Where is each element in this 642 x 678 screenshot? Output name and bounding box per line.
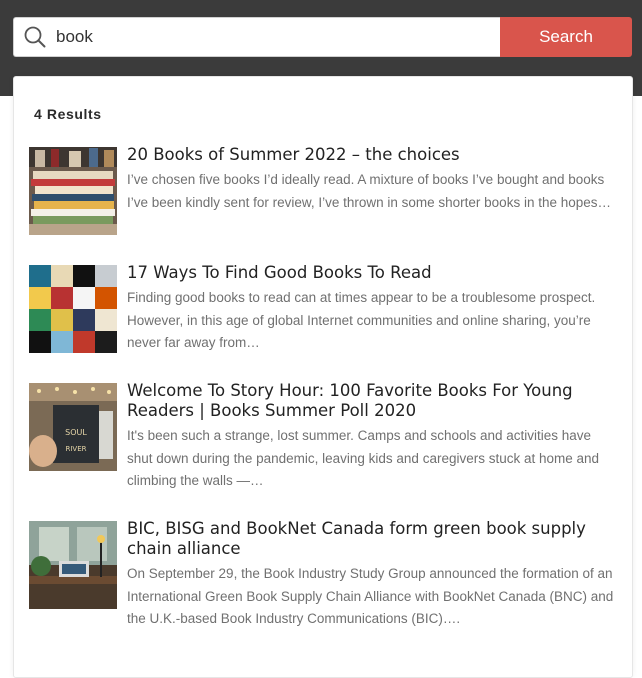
search-icon — [14, 26, 46, 48]
result-title[interactable]: BIC, BISG and BookNet Canada form green … — [127, 519, 619, 559]
book-cover-text-river: RIVER — [65, 445, 86, 453]
result-thumbnail[interactable] — [29, 147, 117, 235]
result-excerpt: I’ve chosen five books I’d ideally read.… — [127, 172, 611, 210]
result-excerpt: Finding good books to read can at times … — [127, 290, 596, 350]
results-count: 4 Results — [34, 106, 102, 122]
search-field[interactable] — [13, 17, 500, 57]
result-excerpt: It's been such a strange, lost summer. C… — [127, 428, 600, 488]
result-title[interactable]: 17 Ways To Find Good Books To Read — [127, 263, 619, 283]
result-thumbnail[interactable] — [29, 521, 117, 609]
search-button[interactable]: Search — [500, 17, 632, 57]
result-thumbnail[interactable]: SOUL RIVER — [29, 383, 117, 471]
result-excerpt: On September 29, the Book Industry Study… — [127, 566, 614, 626]
book-cover-text-soul: SOUL — [65, 428, 87, 437]
search-input[interactable] — [56, 22, 456, 52]
search-bar: Search — [13, 17, 632, 57]
result-title[interactable]: Welcome To Story Hour: 100 Favorite Book… — [127, 381, 619, 421]
search-results-panel: 4 Results 20 Books of Summer 2022 – the … — [13, 76, 633, 678]
result-title[interactable]: 20 Books of Summer 2022 – the choices — [127, 145, 619, 165]
result-thumbnail[interactable] — [29, 265, 117, 353]
